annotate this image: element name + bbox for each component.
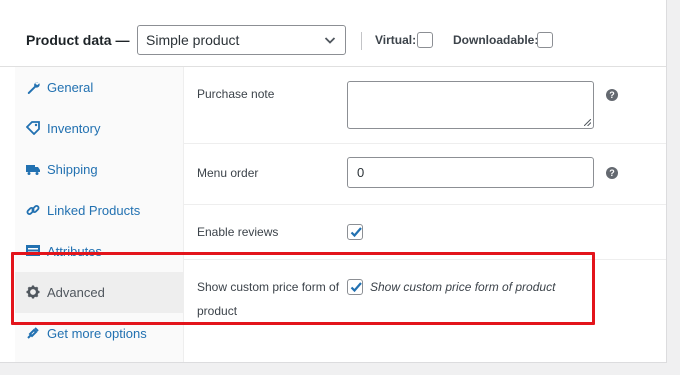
purchase-note-label: Purchase note xyxy=(197,87,275,101)
downloadable-label: Downloadable: xyxy=(453,33,539,47)
tab-inventory[interactable]: Inventory xyxy=(15,108,184,149)
virtual-label: Virtual: xyxy=(375,33,417,47)
header-separator xyxy=(361,32,362,50)
tab-general[interactable]: General xyxy=(15,67,184,108)
enable-reviews-checkbox[interactable] xyxy=(347,224,363,240)
checkmark-icon xyxy=(350,227,362,238)
downloadable-checkbox[interactable] xyxy=(537,32,553,48)
menu-order-row: Menu order 0 ? xyxy=(184,144,666,205)
wrench-icon xyxy=(27,82,40,94)
tab-linked-products[interactable]: Linked Products xyxy=(15,190,184,231)
virtual-checkbox[interactable] xyxy=(417,32,433,48)
tab-shipping[interactable]: Shipping xyxy=(15,149,184,190)
truck-icon xyxy=(26,165,40,175)
menu-order-label: Menu order xyxy=(197,166,259,180)
tag-icon xyxy=(26,121,40,135)
product-data-header: Product data — Simple product Virtual: D… xyxy=(0,15,666,67)
product-type-select[interactable]: Simple product xyxy=(137,25,346,55)
menu-order-help-icon[interactable]: ? xyxy=(606,167,618,179)
purchase-note-row: Purchase note ? xyxy=(184,67,666,144)
tab-get-more-options-label: Get more options xyxy=(47,326,147,341)
menu-order-input[interactable]: 0 xyxy=(347,157,594,188)
purchase-note-textarea[interactable] xyxy=(347,81,594,129)
product-type-value: Simple product xyxy=(146,32,240,48)
tab-general-label: General xyxy=(47,80,94,95)
chevron-down-icon xyxy=(324,37,336,44)
resize-handle-icon[interactable] xyxy=(584,119,591,126)
tab-inventory-label: Inventory xyxy=(47,121,101,136)
enable-reviews-label: Enable reviews xyxy=(197,225,279,239)
tab-linked-products-label: Linked Products xyxy=(47,203,141,218)
purchase-note-help-icon[interactable]: ? xyxy=(606,89,618,101)
tab-shipping-label: Shipping xyxy=(47,162,98,177)
menu-order-value: 0 xyxy=(357,165,365,180)
highlight-box xyxy=(11,252,595,325)
product-data-title: Product data — xyxy=(26,32,130,48)
plugin-icon xyxy=(27,327,39,339)
link-icon xyxy=(26,205,40,215)
